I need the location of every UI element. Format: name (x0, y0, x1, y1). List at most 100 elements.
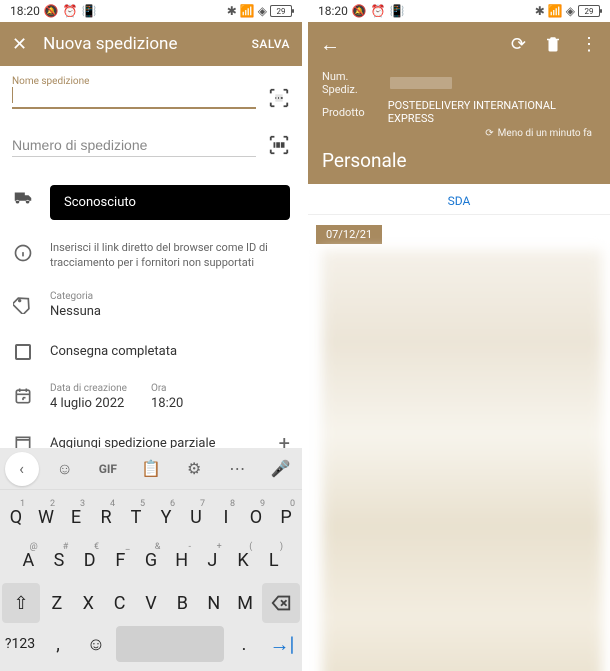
form: Nome spedizione (0, 66, 302, 157)
mic-icon[interactable]: 🎤 (263, 452, 297, 486)
settings-icon[interactable]: ⚙ (177, 452, 211, 486)
key-p[interactable]: 0P (272, 497, 300, 537)
product-value: POSTEDELIVERY INTERNATIONAL EXPRESS (388, 99, 596, 125)
sticker-icon[interactable]: ☺ (48, 452, 82, 486)
key-symbols[interactable]: ?123 (2, 626, 38, 662)
vibrate-icon: 📳 (390, 4, 405, 18)
key-backspace[interactable] (262, 583, 300, 623)
key-comma[interactable]: , (40, 626, 76, 662)
app-header: ✕ Nuova spedizione SALVA (0, 22, 302, 66)
signal-icon: 📶 (548, 4, 563, 18)
key-emoji[interactable]: ☺ (78, 626, 114, 662)
key-k[interactable]: (K (229, 540, 258, 580)
key-z[interactable]: Z (42, 583, 71, 623)
carrier-tab[interactable]: SDA (308, 184, 610, 215)
key-d[interactable]: €D (75, 540, 104, 580)
checkbox[interactable] (12, 341, 34, 363)
time-label: Ora (151, 383, 183, 394)
key-m[interactable]: M (230, 583, 259, 623)
close-icon[interactable]: ✕ (12, 34, 27, 55)
kb-row-1: 1Q 2W 3E 4R 5T 6Y 7U 8I 9O 0P (2, 497, 300, 537)
kb-collapse-icon[interactable]: ‹ (5, 452, 39, 486)
key-x[interactable]: X (74, 583, 103, 623)
key-a[interactable]: @A (14, 540, 43, 580)
name-label: Nome spedizione (12, 76, 290, 87)
key-period[interactable]: . (226, 626, 262, 662)
shipment-title: Personale (308, 139, 610, 172)
carrier-pill: Sconosciuto (50, 185, 290, 220)
info-icon (12, 242, 34, 264)
bluetooth-icon: ✱ (227, 4, 237, 18)
key-o[interactable]: 9O (242, 497, 270, 537)
key-t[interactable]: 5T (122, 497, 150, 537)
key-g[interactable]: &G (137, 540, 166, 580)
key-i[interactable]: 8I (212, 497, 240, 537)
mute-icon: 🔕 (352, 4, 367, 18)
barcode-scan-icon[interactable] (268, 134, 290, 156)
key-r[interactable]: 4R (92, 497, 120, 537)
battery-icon: 29 (578, 5, 600, 17)
status-bar: 18:20 🔕 ⏰ 📳 ✱ 📶 ◈ 29 (0, 0, 302, 22)
keyboard: ‹ ☺ GIF 📋 ⚙ ⋯ 🎤 1Q 2W 3E 4R 5T 6Y 7U 8I (0, 448, 302, 671)
status-bar: 18:20 🔕 ⏰ 📳 ✱ 📶 ◈ 29 (308, 0, 610, 22)
key-w[interactable]: 2W (32, 497, 60, 537)
detail-header: ← ⟳ ⋮ Num. Spediz. Prodotto POSTEDELIVER… (308, 22, 610, 184)
tracking-input[interactable] (12, 133, 256, 157)
shipment-detail-screen: 18:20 🔕 ⏰ 📳 ✱ 📶 ◈ 29 ← ⟳ ⋮ (308, 0, 610, 671)
key-space[interactable] (116, 626, 224, 662)
carrier-row[interactable]: Sconosciuto (0, 175, 302, 230)
new-shipment-screen: 18:20 🔕 ⏰ 📳 ✱ 📶 ◈ 29 ✕ Nuova spedizione … (0, 0, 302, 671)
sync-icon[interactable]: ⟳ (511, 34, 526, 55)
completed-row[interactable]: Consegna completata (0, 329, 302, 373)
alarm-icon: ⏰ (63, 4, 78, 18)
tracking-value-redacted (390, 77, 452, 89)
wifi-icon: ◈ (258, 4, 267, 18)
created-row[interactable]: Data di creazione 4 luglio 2022 Ora 18:2… (0, 373, 302, 421)
calendar-icon (12, 385, 34, 407)
info-row: Inserisci il link diretto del browser co… (0, 230, 302, 281)
time-value: 18:20 (151, 396, 183, 411)
clipboard-icon[interactable]: 📋 (134, 452, 168, 486)
key-q[interactable]: 1Q (2, 497, 30, 537)
category-row[interactable]: Categoria Nessuna (0, 281, 302, 329)
form-list: Sconosciuto Inserisci il link diretto de… (0, 175, 302, 465)
gif-button[interactable]: GIF (91, 452, 125, 486)
more-icon[interactable]: ⋮ (580, 34, 598, 55)
more-icon[interactable]: ⋯ (220, 452, 254, 486)
kb-row-3: ⇧ Z X C V B N M (2, 583, 300, 623)
page-title: Nuova spedizione (43, 34, 252, 54)
name-input[interactable] (12, 87, 256, 109)
key-h[interactable]: -H (167, 540, 196, 580)
battery-icon: 29 (270, 5, 292, 17)
alarm-icon: ⏰ (371, 4, 386, 18)
key-enter[interactable]: →| (264, 626, 300, 662)
barcode-scan-icon[interactable] (268, 87, 290, 109)
mute-icon: 🔕 (44, 4, 59, 18)
key-u[interactable]: 7U (182, 497, 210, 537)
key-s[interactable]: #S (45, 540, 74, 580)
key-l[interactable]: )L (259, 540, 288, 580)
tracking-label: Num. Spediz. (322, 70, 378, 96)
key-c[interactable]: C (105, 583, 134, 623)
save-button[interactable]: SALVA (252, 37, 290, 51)
truck-icon (12, 187, 34, 209)
key-v[interactable]: V (136, 583, 165, 623)
key-shift[interactable]: ⇧ (2, 583, 40, 623)
key-n[interactable]: N (199, 583, 228, 623)
tag-icon (12, 293, 34, 315)
category-label: Categoria (50, 291, 290, 302)
delete-icon[interactable] (544, 35, 562, 53)
key-f[interactable]: _F (106, 540, 135, 580)
vibrate-icon: 📳 (82, 4, 97, 18)
signal-icon: 📶 (240, 4, 255, 18)
key-j[interactable]: +J (198, 540, 227, 580)
key-y[interactable]: 6Y (152, 497, 180, 537)
key-b[interactable]: B (168, 583, 197, 623)
category-value: Nessuna (50, 304, 290, 319)
status-time: 18:20 (318, 4, 348, 18)
refresh-small-icon: ⟳ (485, 128, 493, 139)
kb-row-4: ?123 , ☺ . →| (2, 626, 300, 662)
back-icon[interactable]: ← (320, 32, 340, 57)
completed-label: Consegna completata (50, 344, 290, 359)
key-e[interactable]: 3E (62, 497, 90, 537)
